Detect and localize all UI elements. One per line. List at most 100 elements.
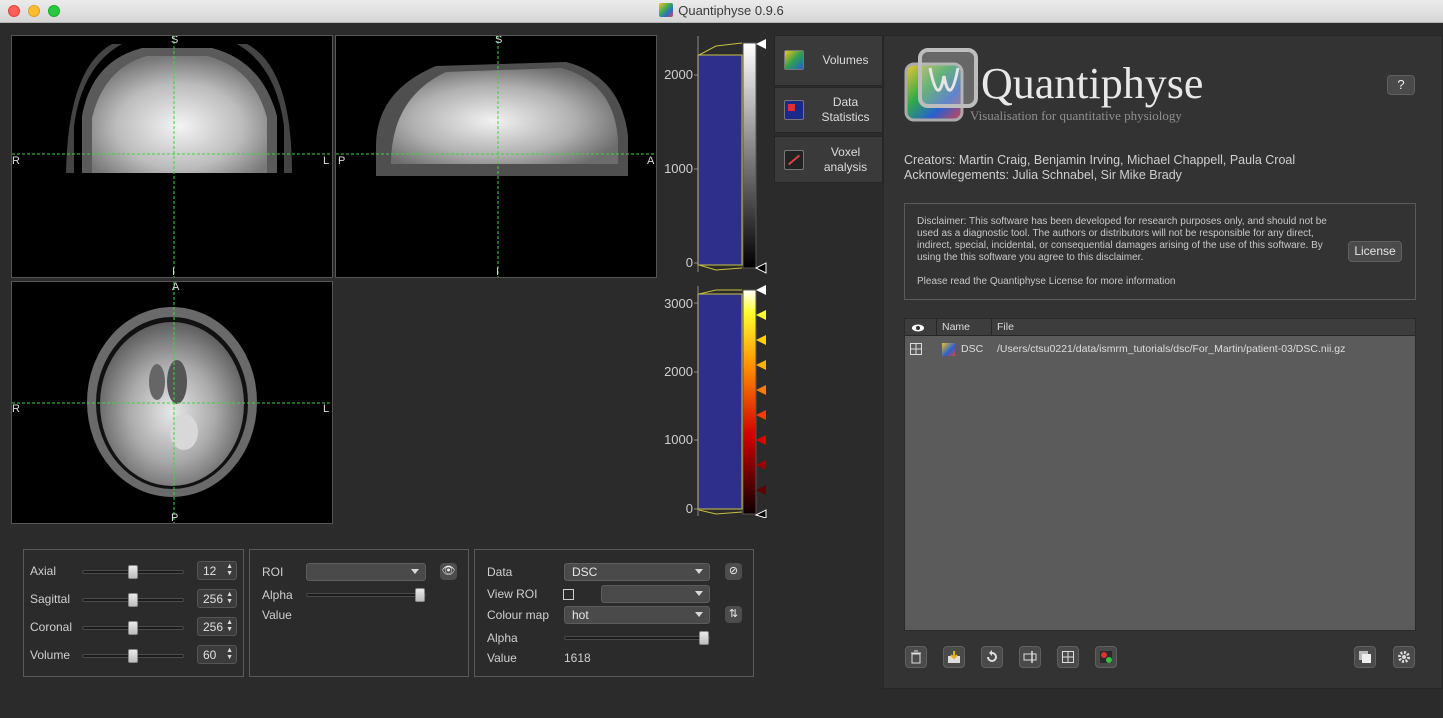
quantiphyse-logo xyxy=(904,48,978,122)
tab-data-statistics[interactable]: Data Statistics xyxy=(774,87,883,133)
colour-map-settings-icon[interactable]: ⇅ xyxy=(725,606,742,623)
orientation-inferior: I xyxy=(496,266,500,278)
overlay-icon xyxy=(1359,651,1371,663)
colour-map-label: Colour map xyxy=(487,608,550,622)
colour-map-select[interactable]: hot xyxy=(564,606,710,624)
main-colorbar-tick: 0 xyxy=(685,255,693,270)
axial-spinbox[interactable]: 12 ▲ ▼ xyxy=(197,561,237,580)
orientation-left: L xyxy=(323,155,330,167)
data-label: Data xyxy=(487,565,513,579)
coronal-slider-handle[interactable] xyxy=(128,621,138,635)
volume-slider-handle[interactable] xyxy=(128,649,138,663)
table-row[interactable]: DSC /Users/ctsu0221/data/ismrm_tutorials… xyxy=(905,340,1415,358)
help-button[interactable]: ? xyxy=(1387,75,1415,95)
overlay-colorbar-tick: 3000 xyxy=(664,296,693,311)
axial-viewer[interactable]: A R L P xyxy=(11,281,333,524)
creators-text: Creators: Martin Craig, Benjamin Irving,… xyxy=(904,153,1296,167)
orientation-superior: S xyxy=(171,35,179,46)
data-statistics-icon xyxy=(784,100,804,120)
data-value-label: Value xyxy=(487,651,517,665)
roi-select[interactable] xyxy=(306,563,426,581)
roi-visibility-eye-icon[interactable]: 👁 xyxy=(440,563,457,580)
settings-icon xyxy=(1398,651,1410,663)
tab-voxel-analysis-label: Voxel analysis xyxy=(823,145,868,174)
roi-icon xyxy=(1100,651,1112,663)
axial-slider[interactable] xyxy=(82,565,184,579)
orientation-superior: S xyxy=(495,35,503,46)
data-select[interactable]: DSC xyxy=(564,563,710,581)
coronal-slider[interactable] xyxy=(82,621,184,635)
volumes-icon xyxy=(784,50,804,70)
grid-icon xyxy=(1062,651,1074,663)
license-button[interactable]: License xyxy=(1348,241,1402,262)
app-icon xyxy=(659,3,674,17)
roi-panel: ROI 👁 Alpha Value xyxy=(249,549,469,677)
data-file-cell: /Users/ctsu0221/data/ismrm_tutorials/dsc… xyxy=(997,343,1346,355)
overlay-button[interactable] xyxy=(1354,646,1376,668)
delete-button[interactable] xyxy=(905,646,927,668)
sagittal-slider[interactable] xyxy=(82,593,184,607)
app-tagline: Visualisation for quantitative physiolog… xyxy=(970,108,1182,123)
view-roi-label: View ROI xyxy=(487,587,538,601)
title-bar: Quantiphyse 0.9.6 xyxy=(0,0,1443,23)
grid-button[interactable] xyxy=(1057,646,1079,668)
orientation-right: R xyxy=(12,403,20,415)
roi-button[interactable] xyxy=(1095,646,1117,668)
file-column-header[interactable]: File xyxy=(992,319,1415,336)
name-column-header[interactable]: Name xyxy=(937,319,992,336)
max-level-handle xyxy=(756,39,766,49)
data-overlay-panel: Data DSC ⊘ View ROI Colour map hot ⇅ Alp… xyxy=(474,549,754,677)
orientation-right: R xyxy=(12,155,20,167)
tab-voxel-analysis[interactable]: Voxel analysis xyxy=(774,136,883,183)
roi-alpha-slider-handle[interactable] xyxy=(415,588,425,602)
data-type-icon xyxy=(942,343,955,356)
rename-icon xyxy=(1023,651,1037,663)
orientation-left: L xyxy=(323,403,330,415)
orientation-posterior: P xyxy=(338,155,346,167)
data-table-header: Name File xyxy=(905,319,1415,336)
data-alpha-slider[interactable] xyxy=(564,631,710,645)
roi-alpha-slider[interactable] xyxy=(306,588,426,602)
save-button[interactable] xyxy=(943,646,965,668)
coronal-spinbox[interactable]: 256 ▲ ▼ xyxy=(197,617,237,636)
data-name-cell: DSC xyxy=(961,343,984,355)
sagittal-viewer[interactable]: S P A I xyxy=(335,35,657,278)
tab-volumes[interactable]: Volumes xyxy=(774,35,883,86)
data-alpha-label: Alpha xyxy=(487,631,518,645)
application-window: Quantiphyse 0.9.6 S R L I S P A I A R L … xyxy=(0,0,1443,718)
roi-alpha-label: Alpha xyxy=(262,588,293,602)
orientation-posterior: P xyxy=(171,512,179,524)
tab-data-statistics-label: Data Statistics xyxy=(821,95,870,124)
navigation-panel: Axial 12 ▲ ▼ Sagittal 256 ▲ ▼ Coronal 256 ▲ ▼ … xyxy=(23,549,244,677)
grid-visibility-icon[interactable] xyxy=(910,343,922,355)
rename-button[interactable] xyxy=(1019,646,1041,668)
settings-button[interactable] xyxy=(1393,646,1415,668)
volume-spinbox[interactable]: 60 ▲ ▼ xyxy=(197,645,237,664)
volume-slider[interactable] xyxy=(82,649,184,663)
sagittal-spinbox[interactable]: 256 ▲ ▼ xyxy=(197,589,237,608)
reset-button[interactable] xyxy=(981,646,1003,668)
reset-icon xyxy=(987,650,997,662)
data-value: 1618 xyxy=(564,651,591,665)
roi-label: ROI xyxy=(262,565,284,579)
visibility-column-header[interactable] xyxy=(905,319,937,336)
data-table[interactable]: Name File DSC /Users/ctsu0221/data/ismrm… xyxy=(904,318,1416,631)
axial-slider-handle[interactable] xyxy=(128,565,138,579)
app-name: Quantiphyse xyxy=(981,59,1204,108)
main-colorbar-histogram[interactable] xyxy=(694,34,772,274)
sagittal-slider-handle[interactable] xyxy=(128,593,138,607)
axial-slice-image xyxy=(12,282,332,523)
data-alpha-slider-handle[interactable] xyxy=(699,631,709,645)
main-colorbar-tick: 2000 xyxy=(664,67,693,82)
volume-label: Volume xyxy=(30,648,71,662)
coronal-viewer[interactable]: S R L I xyxy=(11,35,333,278)
disclaimer-box: Disclaimer: This software has been devel… xyxy=(904,203,1416,300)
data-visibility-icon[interactable]: ⊘ xyxy=(725,563,742,580)
roi-value-label: Value xyxy=(262,608,292,622)
sagittal-slice-image xyxy=(336,36,656,277)
view-roi-checkbox[interactable] xyxy=(563,589,574,600)
overlay-colorbar-histogram[interactable] xyxy=(694,284,772,518)
disclaimer-text: Disclaimer: This software has been devel… xyxy=(917,216,1327,263)
voxel-analysis-icon xyxy=(784,150,804,170)
view-roi-select[interactable] xyxy=(601,585,710,603)
